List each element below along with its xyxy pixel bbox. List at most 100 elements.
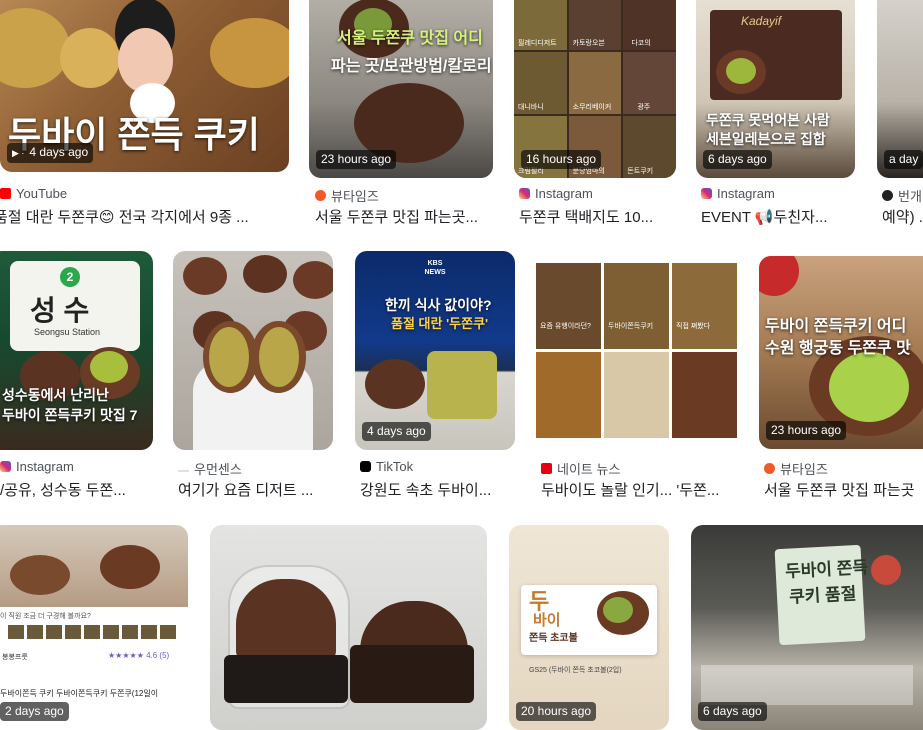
result-thumbnail[interactable]: 필레디디저트 카토랑오븐 다코의 대니바니 소무리베이커 광주 크림펄리 분당엄… [514, 0, 676, 178]
collage-label: 대니바니 [518, 104, 544, 111]
collage-label: 직접 쪄봤다 [676, 323, 711, 330]
result-source[interactable]: 우먼센스 [178, 459, 242, 478]
result-thumbnail[interactable]: 이 직원 조금 더 구경해 볼까요? 봉봉프룻 ★★★★★ 4.6 (5) 두바… [0, 525, 188, 730]
line-number: 2 [60, 267, 80, 287]
source-label: 번개 [898, 189, 922, 204]
play-icon: ▶ · [12, 148, 25, 158]
source-label: YouTube [16, 186, 68, 201]
result-thumbnail[interactable]: 두바이 쫀득 쿠키 품절 6 days ago [691, 525, 923, 730]
time-badge: a day [884, 150, 923, 169]
source-label: 뷰타임즈 [780, 462, 828, 477]
result-source[interactable]: 번개 [882, 186, 922, 205]
source-label: 우먼센스 [194, 462, 242, 477]
box-brand: Kadayif [741, 14, 782, 28]
collage-label: 요즘 유행이라던? [540, 323, 591, 330]
nate-icon [541, 463, 552, 474]
result-thumbnail[interactable]: 두바이 쫀득쿠키 어디 수원 행궁동 두쫀쿠 맛 23 hours ago [759, 256, 923, 449]
time-badge: 16 hours ago [521, 150, 602, 169]
result-title[interactable]: 두쫀쿠 택배지도 10... [519, 206, 677, 227]
result-thumbnail[interactable]: 두바이 쫀득 쿠키 ▶ · 4 days ago [0, 0, 289, 172]
collage-label: 두바이쫀득쿠키 [608, 323, 654, 330]
thumbnail-overlay-line1: 두쫀쿠 못먹어본 사람 [706, 112, 830, 128]
result-source[interactable]: 네이트 뉴스 [541, 459, 620, 478]
result-source[interactable]: Instagram [0, 459, 74, 474]
collage-label: 소무리베이커 [572, 104, 612, 111]
source-label: Instagram [717, 186, 775, 201]
result-thumbnail[interactable]: 두 바이 쫀득 초코볼 GS25 (두바이 쫀득 초코볼(2입) 20 hour… [509, 525, 669, 730]
result-source[interactable]: TikTok [360, 459, 413, 474]
collage-label: 다코의 [631, 40, 651, 47]
result-thumbnail[interactable]: a day [877, 0, 923, 178]
result-title[interactable]: 품절 대란 두쫀쿠😊 전국 각지에서 9종 ... [0, 206, 284, 227]
source-label: 뷰타임즈 [331, 189, 379, 204]
result-source[interactable]: 뷰타임즈 [764, 459, 828, 478]
result-thumbnail[interactable]: 서울 두쫀쿠 맛집 어디 파는 곳/보관방법/칼로리 23 hours ago [309, 0, 493, 178]
instagram-icon [701, 188, 712, 199]
instagram-icon [519, 188, 530, 199]
buta-icon [764, 463, 775, 474]
rating: ★★★★★ 4.6 (5) [108, 651, 170, 660]
buta-icon [315, 190, 326, 201]
time-badge: 23 hours ago [316, 150, 397, 169]
collage-label: 돈트쿠키 [627, 168, 654, 175]
source-label: Instagram [16, 459, 74, 474]
time-badge: 4 days ago [362, 422, 431, 441]
result-thumbnail[interactable] [173, 251, 333, 450]
time-badge: 6 days ago [698, 702, 767, 721]
result-thumbnail[interactable]: 요즘 유행이라던? 두바이쫀득쿠키 직접 쪄봤다 [536, 263, 737, 438]
time-badge: 23 hours ago [766, 421, 847, 440]
time-badge: 20 hours ago [516, 702, 597, 721]
sign-line2: 쿠키 품절 [788, 584, 857, 607]
thumbnail-overlay-line2: 두바이 쫀득쿠키 맛집 7 [2, 407, 138, 423]
result-title[interactable]: 예약) ... [882, 206, 923, 227]
instagram-icon [0, 461, 11, 472]
thumbnail-overlay-line2: 파는 곳/보관방법/칼로리 [331, 58, 492, 75]
result-source[interactable]: Instagram [519, 186, 593, 201]
shop-strip-text: 이 직원 조금 더 구경해 볼까요? [0, 613, 91, 620]
source-label: TikTok [376, 459, 414, 474]
bungae-icon [882, 190, 893, 201]
shop-name: 봉봉프룻 [2, 654, 28, 661]
thumbnail-overlay-line2: 세븐일레븐으로 집합 [706, 131, 826, 147]
collage-label: 광주 [637, 104, 651, 111]
source-label: 네이트 뉴스 [557, 462, 621, 477]
station-romanized: Seongsu Station [34, 327, 101, 337]
time-badge: 2 days ago [0, 702, 69, 721]
package-title-mid: 바이 [533, 612, 561, 629]
result-thumbnail[interactable] [210, 525, 487, 730]
tiktok-icon [360, 461, 371, 472]
womansense-icon [178, 469, 189, 472]
package-caption: GS25 (두바이 쫀득 초코볼(2입) [529, 667, 622, 674]
sign-line1: 두바이 쫀득 [784, 557, 869, 582]
thumbnail-overlay-line1: 성수동에서 난리난 [2, 387, 109, 403]
collage-label: 카토랑오븐 [572, 40, 605, 47]
result-source[interactable]: YouTube [0, 186, 67, 201]
time-badge-text: 4 days ago [29, 145, 89, 159]
result-source[interactable]: 뷰타임즈 [315, 186, 379, 205]
result-title[interactable]: 서울 두쫀쿠 맛집 파는곳... [315, 206, 493, 227]
result-source[interactable]: Instagram [701, 186, 775, 201]
package-title-bottom: 쫀득 초코볼 [529, 633, 578, 644]
kbs-news-logo: KBS NEWS [424, 260, 446, 276]
collage-label: 필레디디저트 [518, 40, 557, 47]
result-title[interactable]: 서울 두쫀쿠 맛집 파는곳 [764, 479, 923, 500]
time-badge: 6 days ago [703, 150, 772, 169]
result-title[interactable]: /공유, 성수동 두쫀... [0, 479, 152, 500]
result-title[interactable]: EVENT 📢두친자... [701, 206, 851, 227]
thumbnail-overlay-line2: 품절 대란 '두쫀쿠' [391, 316, 489, 331]
result-title[interactable]: 두바이도 놀랄 인기... '두쫀... [541, 479, 737, 500]
result-title[interactable]: 강원도 속초 두바이... [360, 479, 515, 500]
youtube-icon [0, 188, 11, 199]
station-name: 성 수 [30, 295, 90, 326]
thumbnail-overlay-line2: 수원 행궁동 두쫀쿠 맛 [765, 340, 911, 357]
result-thumbnail[interactable]: 2 성 수 Seongsu Station 성수동에서 난리난 두바이 쫀득쿠키… [0, 251, 153, 450]
source-label: Instagram [535, 186, 593, 201]
thumbnail-overlay-line1: 두바이 쫀득쿠키 어디 [765, 318, 907, 335]
result-thumbnail[interactable]: KBS NEWS 한끼 식사 값이야? 품절 대란 '두쫀쿠' 4 days a… [355, 251, 515, 450]
thumbnail-overlay-line1: 서울 두쫀쿠 맛집 어디 [337, 30, 483, 47]
result-thumbnail[interactable]: Kadayif 두쫀쿠 못먹어본 사람 세븐일레븐으로 집합 6 days ag… [696, 0, 855, 178]
time-badge: ▶ · 4 days ago [7, 143, 94, 163]
thumbnail-overlay-line1: 한끼 식사 값이야? [385, 297, 492, 313]
product-name: 두바이쫀득 쿠키 두바이쫀득쿠키 두쫀쿠(12일이 [0, 689, 159, 698]
result-title[interactable]: 여기가 요즘 디저트 ... [178, 479, 333, 500]
